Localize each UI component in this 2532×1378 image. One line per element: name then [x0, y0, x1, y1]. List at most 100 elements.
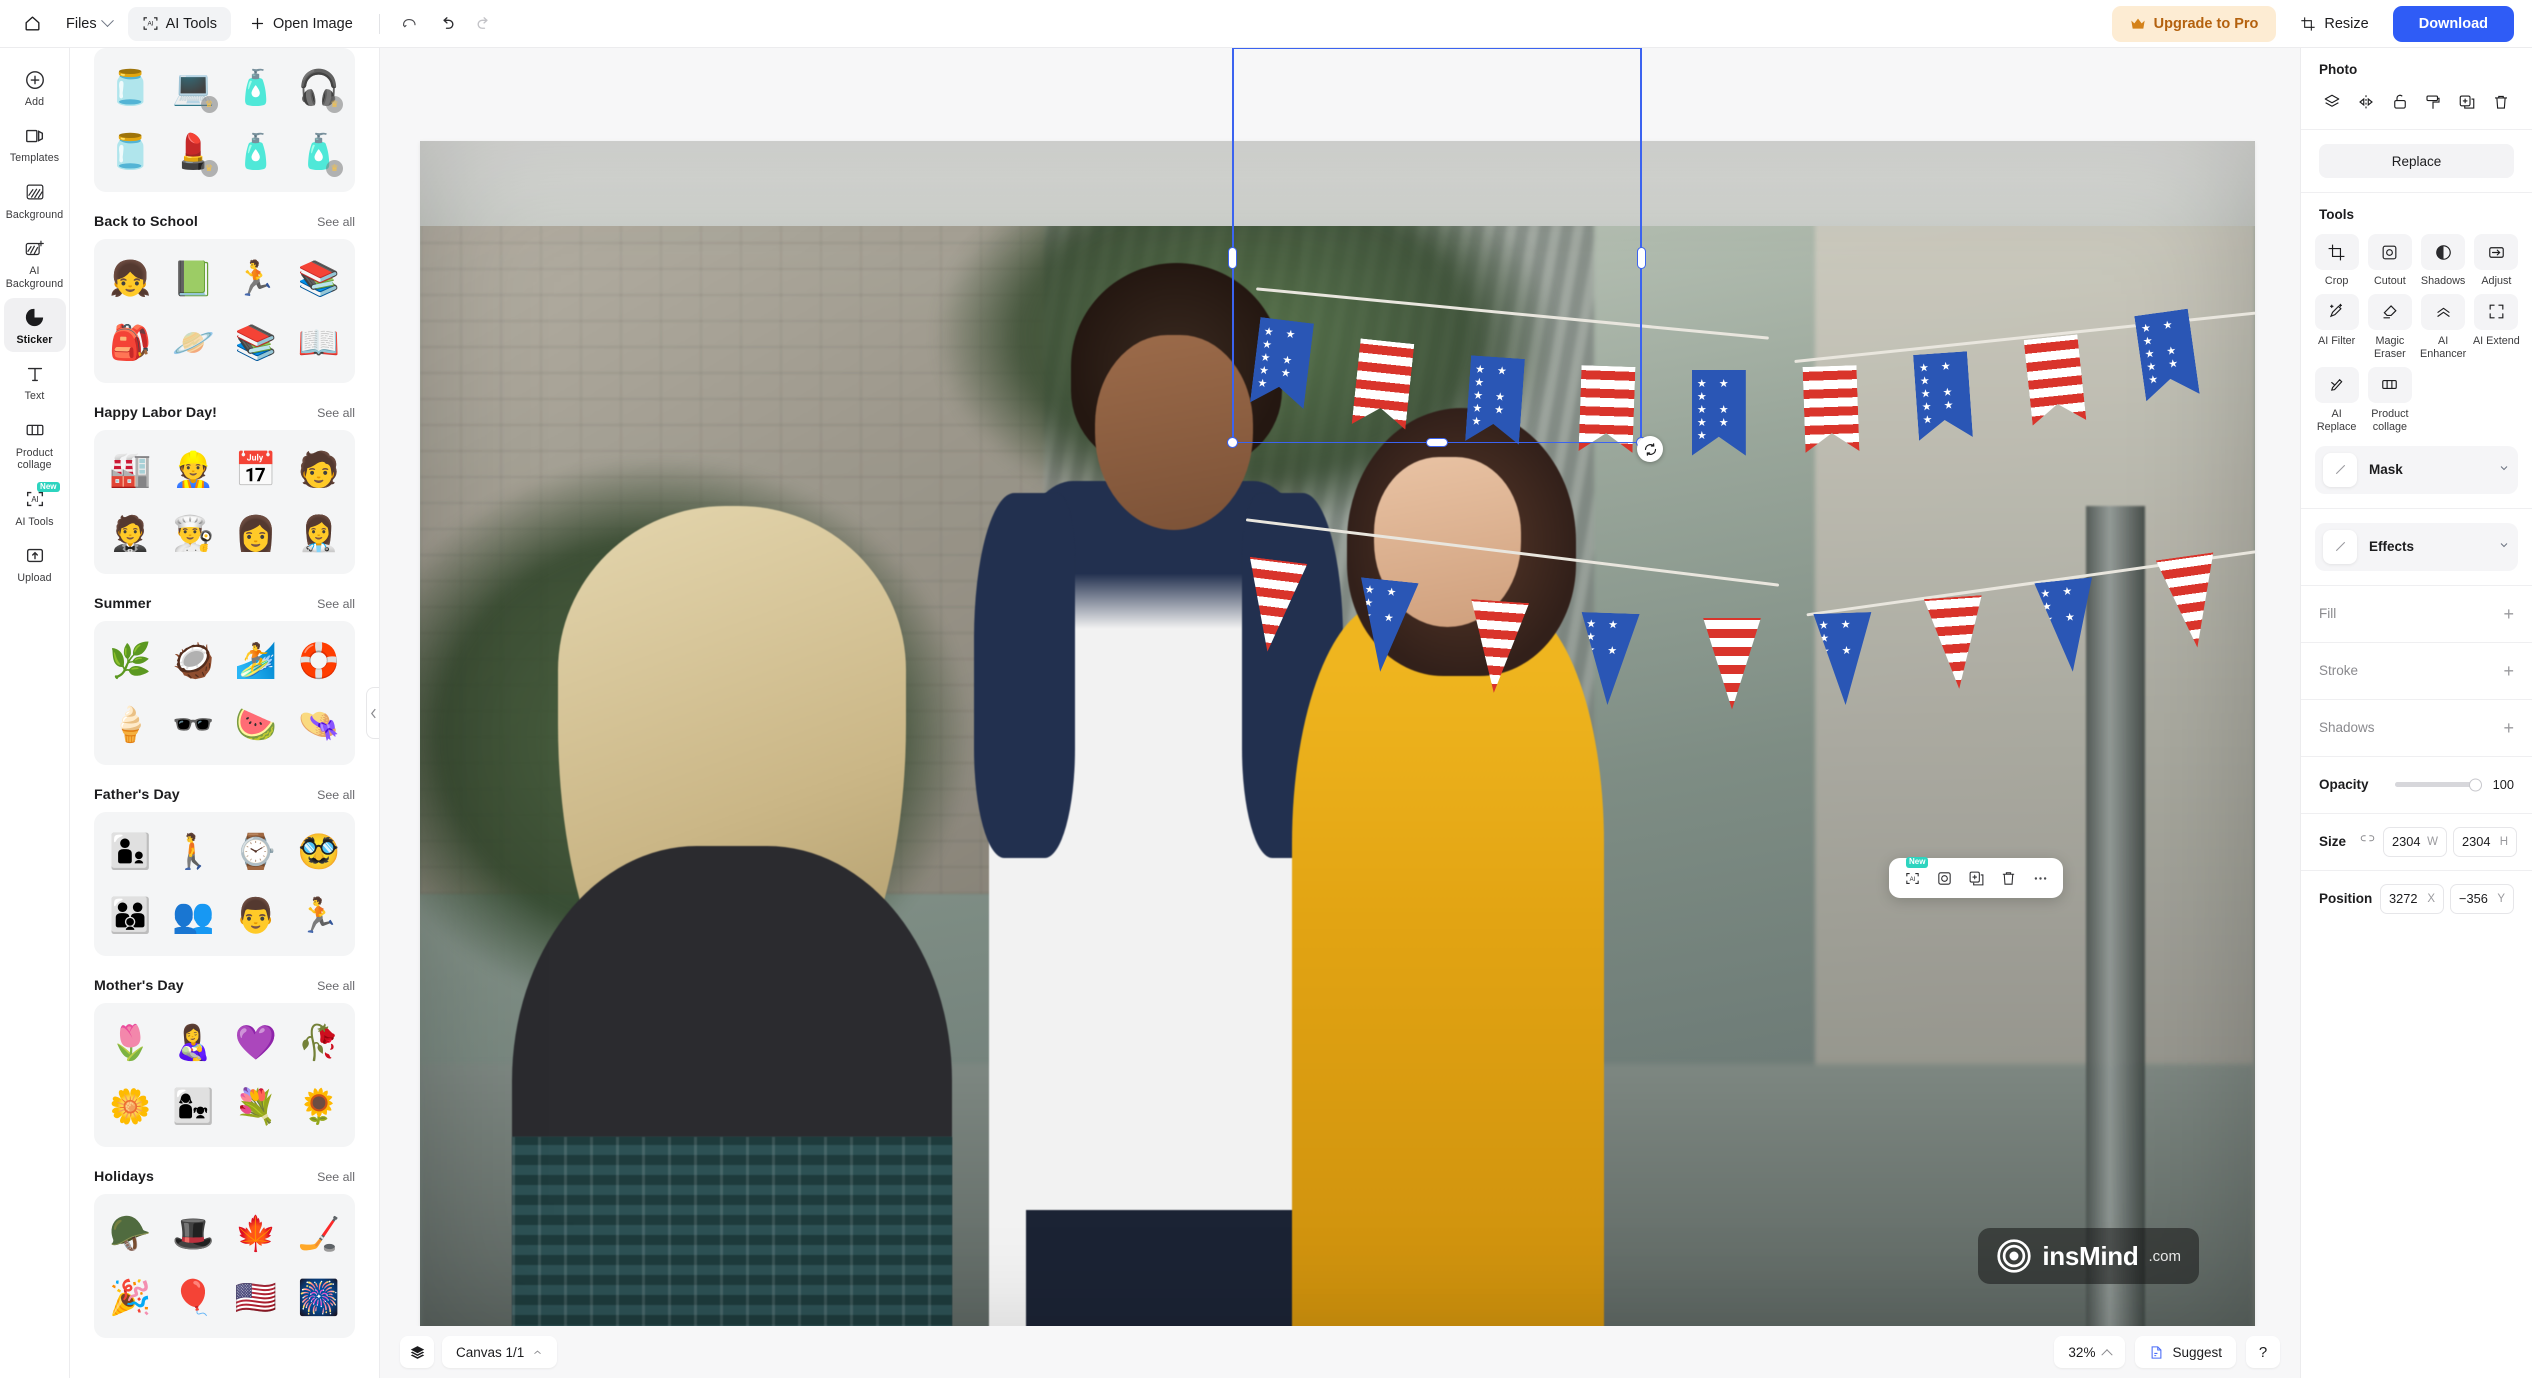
position-x-field[interactable]: 3272 X [2380, 883, 2444, 914]
sticker-item[interactable]: 👒 [288, 694, 349, 756]
sticker-item[interactable]: 🤵 [100, 503, 161, 565]
sticker-item[interactable]: 🌷 [100, 1012, 161, 1074]
sticker-panel-scroll[interactable]: 🫙 💻 ♛ 🧴 🎧 ♛ 🫙 💄 ♛ 🧴 🧴 ♛ Back to School See all 👧 📗 🏃 📚 🎒 🪐 📚… [70, 48, 379, 1378]
help-button[interactable]: ? [2246, 1336, 2280, 1368]
sticker-item[interactable]: 📖 [288, 312, 349, 374]
sticker-item[interactable]: 📗 [163, 248, 224, 310]
see-all-link[interactable]: See all [317, 788, 355, 802]
tool-magic-eraser[interactable]: Magic Eraser [2364, 293, 2415, 363]
tool-ai-enhancer[interactable]: AI Enhancer [2418, 293, 2469, 363]
resize-button[interactable]: Resize [2286, 6, 2382, 42]
canvas-area[interactable]: ★ ★ ★ ★ ★ ★ ★ ★ ★ ★ ★ ★ ★ ★ ★ ★ ★ ★ ★ ★ ★ ★ ★ … [380, 48, 2300, 1378]
sticker-item[interactable]: 🌻 [288, 1076, 349, 1138]
effects-row[interactable]: Effects [2315, 522, 2518, 571]
sticker-item[interactable]: 👩‍👧 [163, 1076, 224, 1138]
see-all-link[interactable]: See all [317, 406, 355, 420]
download-button[interactable]: Download [2392, 5, 2514, 42]
sticker-item[interactable]: 🍁 [226, 1203, 287, 1265]
object-floating-toolbar[interactable]: New AI [1889, 857, 2063, 898]
paint-roller-icon[interactable] [2420, 89, 2446, 115]
sticker-item[interactable]: 🪖 [100, 1203, 161, 1265]
reset-icon-button[interactable] [392, 7, 426, 41]
layers-button[interactable] [400, 1336, 434, 1368]
sticker-item[interactable]: 🎩 [163, 1203, 224, 1265]
tool-crop[interactable]: Crop [2311, 234, 2362, 290]
upgrade-to-pro-button[interactable]: Upgrade to Pro [2111, 5, 2277, 42]
rail-item-ai-tools[interactable]: New AI AI Tools [4, 480, 66, 534]
sticker-item[interactable]: 🚶 [163, 821, 224, 883]
position-y-field[interactable]: −356 Y [2450, 883, 2514, 914]
add-stroke-icon[interactable]: + [2503, 662, 2514, 680]
chevron-down-icon[interactable] [2498, 538, 2510, 556]
object-duplicate-button[interactable] [1961, 864, 1991, 892]
rail-item-product-collage[interactable]: Product collage [4, 411, 66, 478]
sticker-item[interactable]: 🌿 [100, 630, 161, 692]
sticker-item[interactable]: 🎒 [100, 312, 161, 374]
sticker-item[interactable]: 👧 [100, 248, 161, 310]
add-fill-icon[interactable]: + [2503, 605, 2514, 623]
see-all-link[interactable]: See all [317, 979, 355, 993]
rail-item-add[interactable]: Add [4, 60, 66, 114]
sticker-item[interactable]: 📅 [226, 439, 287, 501]
sticker-item[interactable]: 🧴 ♛ [288, 121, 349, 183]
sticker-item[interactable]: 💐 [226, 1076, 287, 1138]
flip-icon[interactable] [2353, 89, 2379, 115]
object-delete-button[interactable] [1993, 864, 2023, 892]
sticker-item[interactable]: 🇺🇸 [226, 1267, 287, 1329]
rail-item-text[interactable]: Text [4, 354, 66, 408]
sticker-item[interactable]: 👷 [163, 439, 224, 501]
sticker-item[interactable]: 🍦 [100, 694, 161, 756]
rail-item-templates[interactable]: Templates [4, 116, 66, 170]
rail-item-upload[interactable]: Upload [4, 536, 66, 590]
open-image-button[interactable]: Open Image [235, 7, 367, 41]
sticker-item[interactable]: 🫙 [100, 121, 161, 183]
tool-ai-filter[interactable]: AI Filter [2311, 293, 2362, 363]
sticker-item[interactable]: 🧴 [226, 121, 287, 183]
sticker-item[interactable]: 🥀 [288, 1012, 349, 1074]
sticker-item[interactable]: 🧴 [226, 57, 287, 119]
sticker-item[interactable]: 👥 [163, 885, 224, 947]
sticker-item[interactable]: 🕶️ [163, 694, 224, 756]
sticker-item[interactable]: 📚 [288, 248, 349, 310]
files-menu-button[interactable]: Files [54, 7, 124, 41]
tool-ai-extend[interactable]: AI Extend [2471, 293, 2522, 363]
sticker-item[interactable]: 📚 [226, 312, 287, 374]
fill-row[interactable]: Fill + [2301, 586, 2532, 642]
sticker-item[interactable]: 🪐 [163, 312, 224, 374]
sticker-item[interactable]: 🏄 [226, 630, 287, 692]
see-all-link[interactable]: See all [317, 1170, 355, 1184]
replace-button[interactable]: Replace [2319, 144, 2514, 178]
link-ratio-icon[interactable] [2360, 833, 2375, 851]
see-all-link[interactable]: See all [317, 597, 355, 611]
redo-button[interactable] [468, 7, 502, 41]
sticker-item[interactable]: 🎈 [163, 1267, 224, 1329]
trash-icon[interactable] [2488, 89, 2514, 115]
sticker-item[interactable]: 🏒 [288, 1203, 349, 1265]
sticker-item[interactable]: 💜 [226, 1012, 287, 1074]
sticker-item[interactable]: 👨‍🍳 [163, 503, 224, 565]
sticker-item[interactable]: 👨‍👦 [100, 821, 161, 883]
ai-tools-button[interactable]: AI AI Tools [127, 6, 231, 41]
rail-item-ai-background[interactable]: AI Background [4, 229, 66, 296]
sticker-item[interactable]: 🎆 [288, 1267, 349, 1329]
add-shadow-icon[interactable]: + [2503, 719, 2514, 737]
canvas-pages-chip[interactable]: Canvas 1/1 [442, 1336, 558, 1368]
opacity-slider-knob[interactable] [2468, 778, 2482, 792]
sticker-item[interactable]: ⌚ [226, 821, 287, 883]
tool-ai-replace[interactable]: AI Replace [2311, 366, 2362, 436]
sticker-item[interactable]: 🫙 [100, 57, 161, 119]
rail-item-background[interactable]: Background [4, 173, 66, 227]
sticker-item[interactable]: 👨 [226, 885, 287, 947]
sticker-item[interactable]: 🎉 [100, 1267, 161, 1329]
chevron-down-icon[interactable] [2498, 461, 2510, 479]
home-button[interactable] [14, 7, 50, 41]
shadows-row[interactable]: Shadows + [2301, 700, 2532, 756]
bunting-sticker-object[interactable]: ★ ★ ★ ★ ★ ★ ★ ★ ★ ★ ★ ★ ★ ★ ★ ★ ★ ★ ★ ★ ★ ★ ★ … [1233, 171, 2255, 710]
object-more-button[interactable] [2025, 864, 2055, 892]
panel-collapse-button[interactable] [366, 687, 379, 739]
sticker-item[interactable]: 💻 ♛ [163, 57, 224, 119]
tool-adjust[interactable]: Adjust [2471, 234, 2522, 290]
sticker-item[interactable]: 🥸 [288, 821, 349, 883]
stroke-row[interactable]: Stroke + [2301, 643, 2532, 699]
tool-cutout[interactable]: Cutout [2364, 234, 2415, 290]
